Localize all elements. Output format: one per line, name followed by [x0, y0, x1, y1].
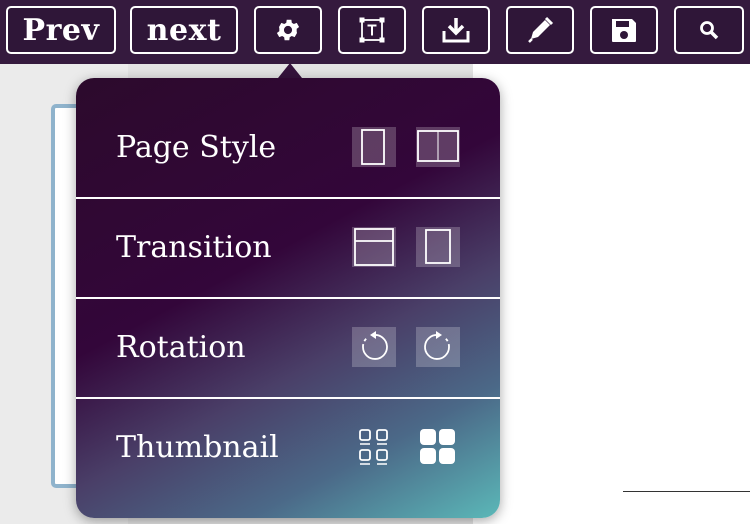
menu-row-transition: Transition	[76, 198, 500, 296]
save-button[interactable]	[590, 6, 658, 54]
text-box-icon	[359, 17, 385, 43]
prev-button[interactable]: Prev	[6, 6, 116, 54]
page-rule	[623, 491, 750, 492]
large-thumbnails-icon	[420, 429, 455, 464]
search-icon	[700, 21, 719, 40]
single-page-option[interactable]	[352, 127, 396, 167]
menu-row-page-style: Page Style	[76, 98, 500, 196]
slide-vertical-option[interactable]	[352, 227, 396, 267]
menu-row-thumbnail: Thumbnail	[76, 398, 500, 496]
menu-row-rotation: Rotation	[76, 298, 500, 396]
page-canvas	[473, 64, 750, 524]
slide-horizontal-option[interactable]	[416, 227, 460, 267]
text-box-button[interactable]	[338, 6, 406, 54]
pen-icon	[528, 16, 554, 43]
rotate-clockwise-option[interactable]	[416, 327, 460, 367]
rotate-clockwise-icon	[416, 327, 460, 367]
slide-horizontal-icon	[416, 227, 460, 267]
settings-menu: Page Style Transition Rotation Thumbnail	[76, 78, 500, 518]
pen-button[interactable]	[506, 6, 574, 54]
small-thumbnails-option[interactable]	[352, 427, 396, 467]
toolbar: Prev next	[0, 0, 750, 64]
slide-vertical-icon	[352, 227, 396, 267]
two-page-icon	[416, 127, 460, 167]
rotation-label: Rotation	[116, 329, 246, 365]
next-button[interactable]: next	[130, 6, 238, 54]
single-page-icon	[352, 127, 396, 167]
gear-icon	[276, 19, 300, 41]
rotate-counterclockwise-icon	[352, 327, 396, 367]
next-button-label: next	[146, 12, 222, 48]
large-thumbnails-option[interactable]	[416, 427, 460, 467]
download-icon	[442, 18, 470, 43]
two-page-option[interactable]	[416, 127, 460, 167]
download-button[interactable]	[422, 6, 490, 54]
small-thumbnails-icon	[359, 429, 388, 465]
transition-label: Transition	[116, 229, 272, 265]
save-icon	[612, 19, 636, 42]
rotate-counterclockwise-option[interactable]	[352, 327, 396, 367]
page-style-label: Page Style	[116, 129, 277, 165]
menu-caret	[278, 63, 302, 78]
settings-button[interactable]	[254, 6, 322, 54]
prev-button-label: Prev	[22, 12, 100, 48]
thumbnail-label: Thumbnail	[116, 429, 279, 465]
search-button[interactable]	[674, 6, 744, 54]
